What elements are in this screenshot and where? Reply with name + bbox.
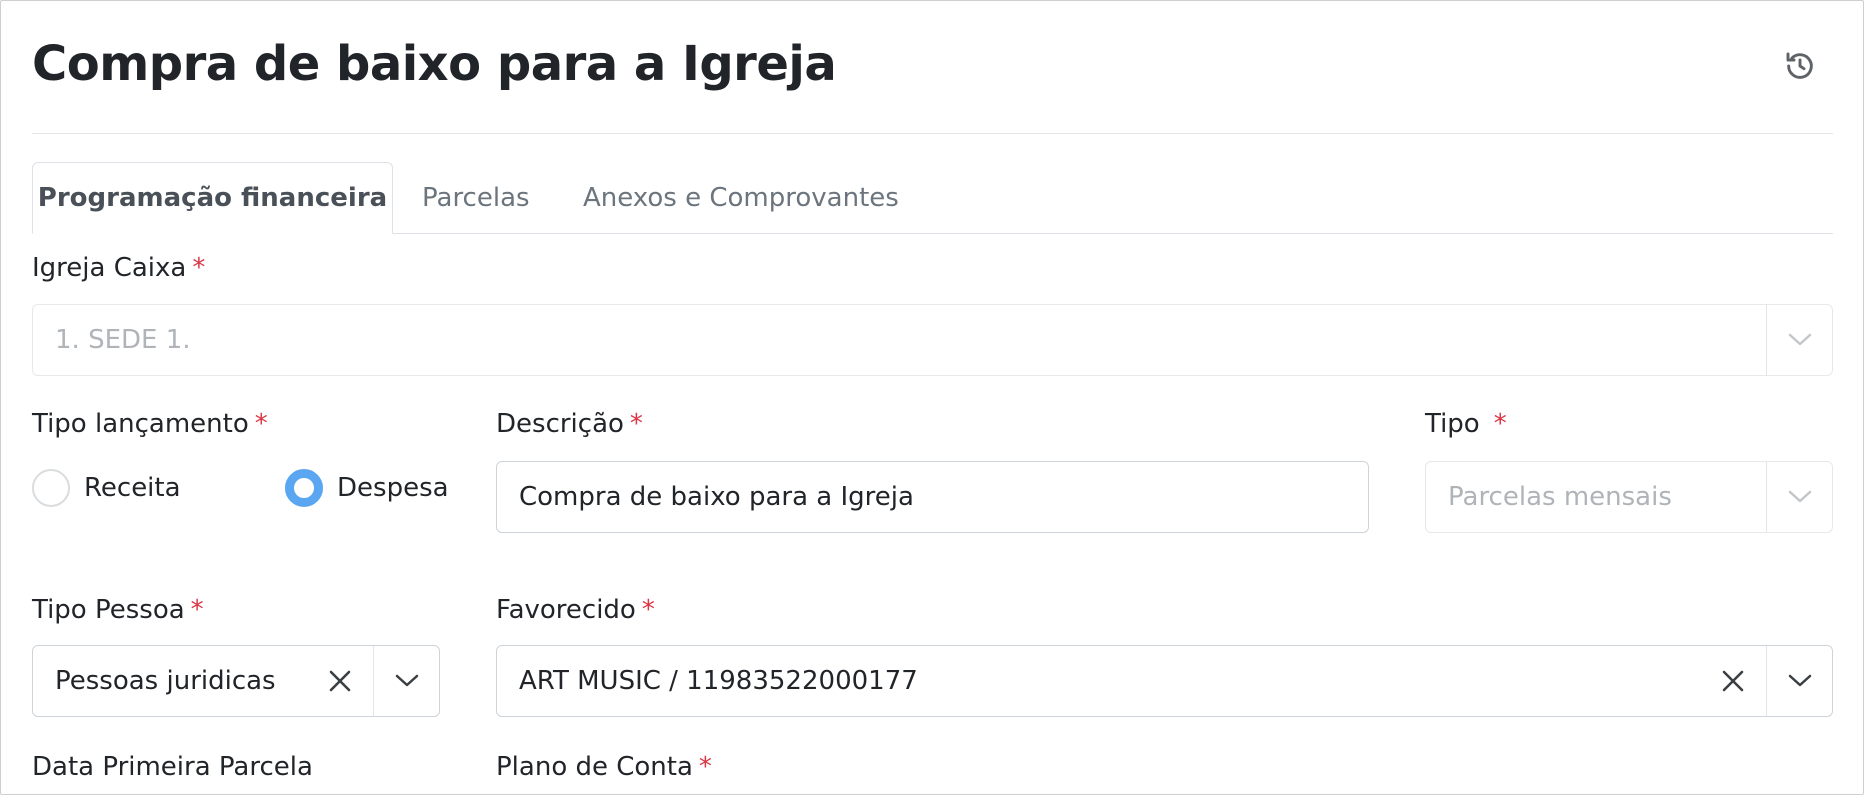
descricao-label: Descrição * — [496, 409, 643, 439]
descricao-input[interactable]: Compra de baixo para a Igreja — [496, 461, 1369, 533]
tab-parcelas[interactable]: Parcelas — [422, 162, 530, 234]
tab-programacao-financeira[interactable]: Programação financeira — [32, 162, 393, 234]
tipo-select[interactable]: Parcelas mensais — [1425, 461, 1833, 533]
chevron-down-icon[interactable] — [1766, 305, 1832, 375]
tipo-lancamento-label: Tipo lançamento * — [32, 409, 268, 439]
required-mark: * — [1493, 409, 1507, 439]
data-primeira-parcela-label: Data Primeira Parcela — [32, 752, 313, 782]
required-mark: * — [254, 409, 268, 439]
required-mark: * — [190, 595, 204, 625]
radio-despesa-label: Despesa — [337, 473, 449, 503]
header-divider — [32, 133, 1833, 134]
favorecido-label-text: Favorecido — [496, 595, 636, 625]
close-icon[interactable] — [307, 646, 373, 716]
descricao-label-text: Descrição — [496, 409, 624, 439]
radio-receita[interactable]: Receita — [32, 469, 181, 507]
tipo-value: Parcelas mensais — [1448, 482, 1672, 512]
radio-circle-receita[interactable] — [32, 469, 70, 507]
radio-despesa[interactable]: Despesa — [285, 469, 449, 507]
tipo-pessoa-select[interactable]: Pessoas juridicas — [32, 645, 440, 717]
chevron-down-icon[interactable] — [1766, 462, 1832, 532]
tipo-label-text: Tipo — [1425, 409, 1480, 439]
tipo-label: Tipo * — [1425, 409, 1507, 439]
igreja-caixa-label-text: Igreja Caixa — [32, 253, 187, 283]
chevron-down-icon[interactable] — [373, 646, 439, 716]
radio-circle-despesa[interactable] — [285, 469, 323, 507]
tipo-pessoa-label: Tipo Pessoa * — [32, 595, 204, 625]
plano-de-conta-label-text: Plano de Conta — [496, 752, 693, 782]
history-button[interactable] — [1782, 50, 1818, 86]
tipo-lancamento-label-text: Tipo lançamento — [32, 409, 249, 439]
required-mark: * — [192, 253, 206, 283]
page-title: Compra de baixo para a Igreja — [32, 36, 837, 92]
close-icon[interactable] — [1700, 646, 1766, 716]
igreja-caixa-value: 1. SEDE 1. — [55, 325, 191, 355]
chevron-down-icon[interactable] — [1766, 646, 1832, 716]
igreja-caixa-select[interactable]: 1. SEDE 1. — [32, 304, 1833, 376]
required-mark: * — [698, 752, 712, 782]
radio-receita-label: Receita — [84, 473, 181, 503]
history-icon — [1784, 50, 1816, 86]
tipo-pessoa-label-text: Tipo Pessoa — [32, 595, 185, 625]
favorecido-label: Favorecido * — [496, 595, 655, 625]
igreja-caixa-label: Igreja Caixa * — [32, 253, 205, 283]
descricao-value: Compra de baixo para a Igreja — [519, 482, 914, 512]
required-mark: * — [641, 595, 655, 625]
favorecido-value: ART MUSIC / 11983522000177 — [519, 666, 918, 696]
tab-anexos-comprovantes[interactable]: Anexos e Comprovantes — [583, 162, 899, 234]
favorecido-select[interactable]: ART MUSIC / 11983522000177 — [496, 645, 1833, 717]
plano-de-conta-label: Plano de Conta * — [496, 752, 712, 782]
tipo-pessoa-value: Pessoas juridicas — [55, 666, 276, 696]
required-mark: * — [629, 409, 643, 439]
